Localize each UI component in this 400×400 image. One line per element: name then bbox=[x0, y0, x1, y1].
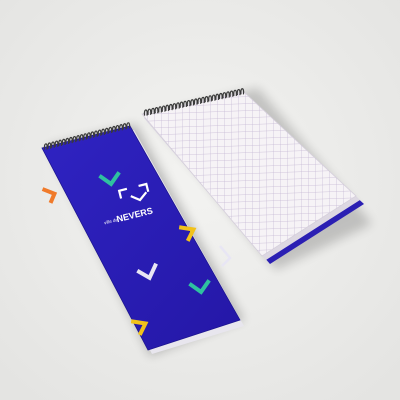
notebook-illustration: ville de NEVERS bbox=[0, 0, 400, 400]
notebook-mockup-scene: ville de NEVERS bbox=[0, 0, 400, 400]
